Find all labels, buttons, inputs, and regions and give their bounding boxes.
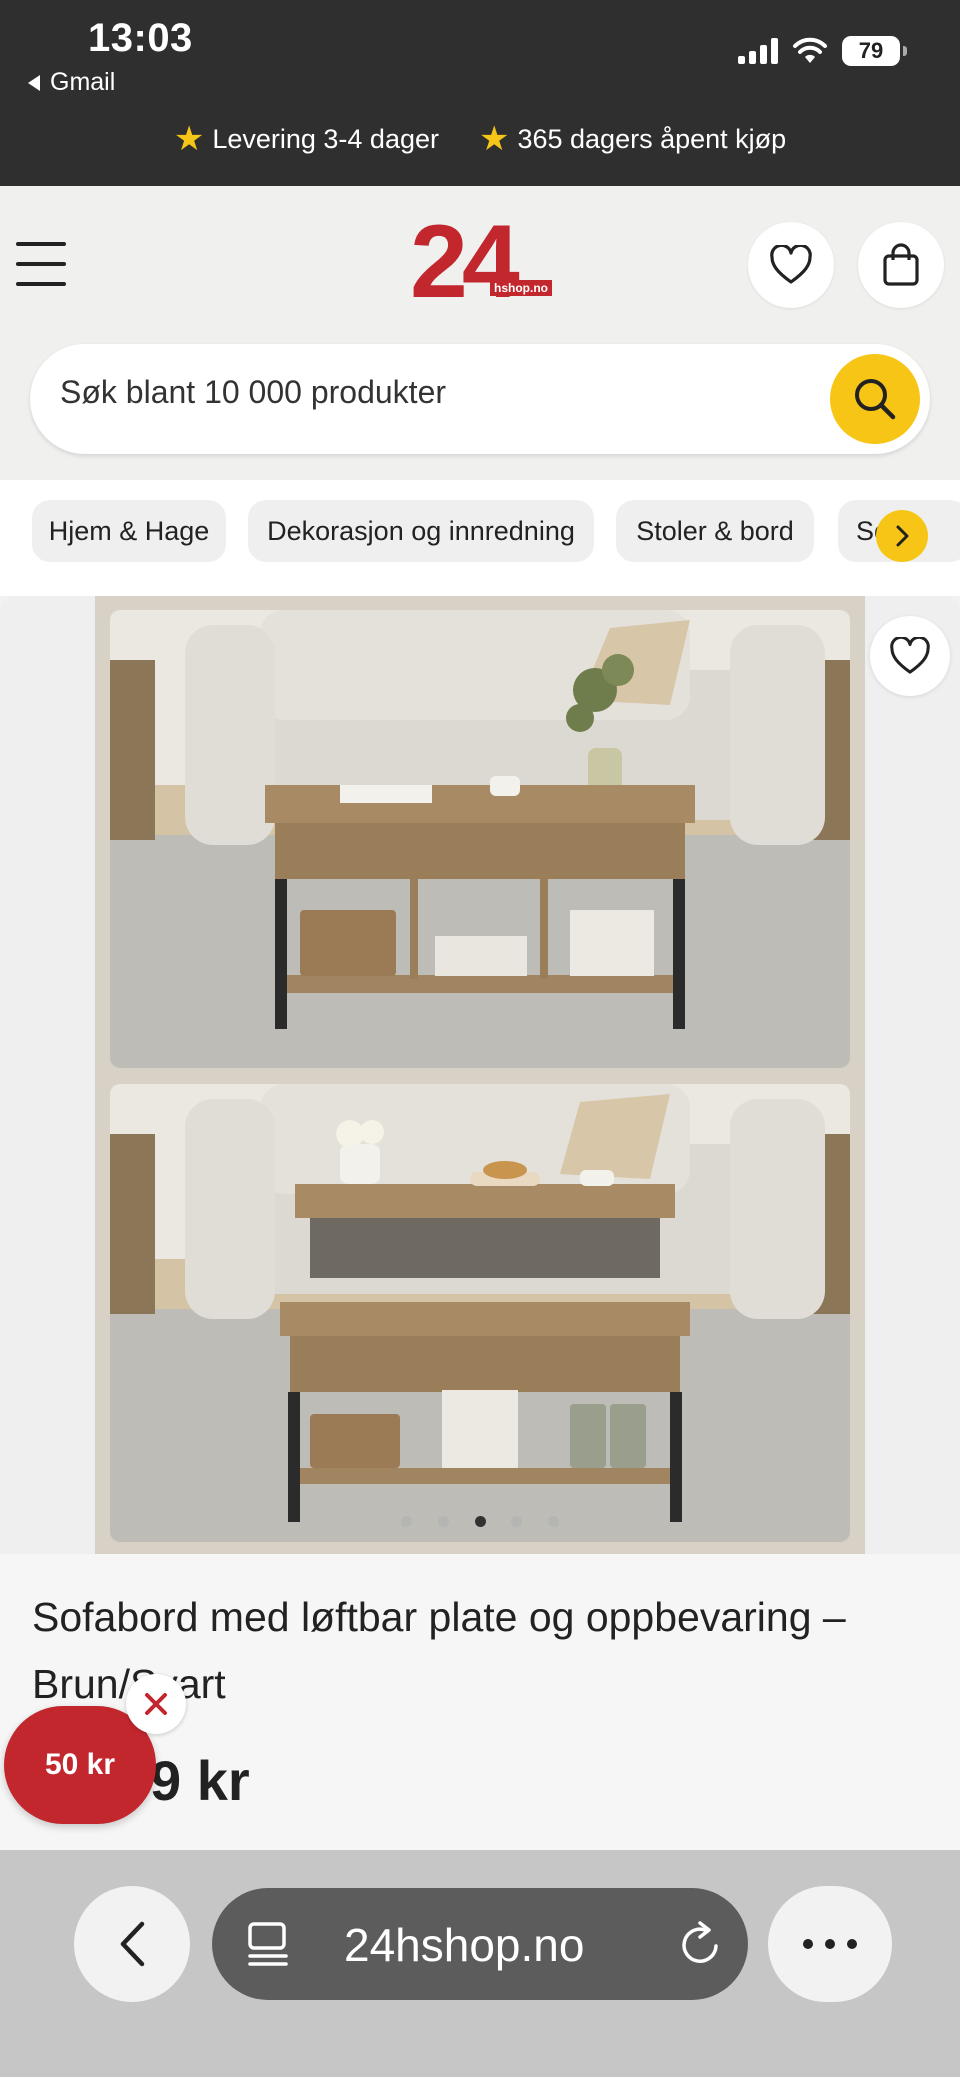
search-bar [30, 344, 930, 454]
heart-icon [890, 637, 930, 674]
system-icons: 79 [738, 36, 907, 66]
category-chips: Hjem & Hage Dekorasjon og innredning Sto… [0, 480, 960, 596]
site-logo[interactable]: 24 hshop.no [410, 204, 552, 320]
pagination-dot[interactable] [548, 1515, 559, 1527]
menu-icon[interactable] [16, 242, 66, 286]
next-category-button[interactable] [876, 510, 928, 562]
search-input[interactable] [60, 374, 820, 411]
chevron-right-icon [896, 525, 909, 547]
chevron-left-icon [120, 1921, 145, 1967]
pagination-dot[interactable] [511, 1515, 523, 1527]
promo-item: ★ 365 dagers åpent kjøp [479, 122, 786, 156]
add-to-favorites-button[interactable] [870, 616, 950, 696]
back-to-app-link[interactable]: Gmail [28, 68, 115, 97]
reader-mode-icon [248, 1922, 288, 1966]
reload-icon[interactable] [678, 1920, 724, 1968]
browser-toolbar: 24hshop.no [0, 1850, 960, 2077]
wishlist-button[interactable] [748, 222, 834, 308]
pagination-dot[interactable] [401, 1515, 412, 1527]
gallery-pagination[interactable] [395, 1506, 565, 1536]
cellular-signal-icon [738, 38, 778, 64]
pagination-dot-active[interactable] [474, 1515, 486, 1527]
product-gallery[interactable] [0, 596, 960, 1554]
clock: 13:03 [88, 16, 193, 60]
product-image[interactable] [95, 596, 865, 1554]
product-photo-closed [110, 610, 850, 1068]
promo-text: 365 dagers åpent kjøp [517, 123, 787, 154]
status-bar: 13:03 Gmail 79 ★ Levering 3-4 dager ★ 36… [0, 0, 960, 186]
back-app-label: Gmail [50, 68, 116, 96]
star-icon: ★ [478, 120, 510, 158]
close-icon [145, 1693, 167, 1715]
search-button[interactable] [830, 354, 920, 444]
search-icon [855, 379, 896, 420]
pagination-dot[interactable] [437, 1515, 449, 1527]
logo-domain: hshop.no [490, 280, 552, 296]
category-chip-dekorasjon[interactable]: Dekorasjon og innredning [248, 500, 594, 562]
back-triangle-icon [28, 74, 40, 91]
star-icon: ★ [173, 120, 205, 158]
cart-button[interactable] [858, 222, 944, 308]
address-bar[interactable]: 24hshop.no [212, 1888, 748, 2000]
wifi-icon [793, 37, 827, 63]
more-options-button[interactable] [768, 1886, 892, 2002]
url-text: 24hshop.no [344, 1919, 585, 1971]
more-dots-icon [803, 1939, 857, 1949]
product-photo-lifted [110, 1084, 850, 1542]
promo-bar: ★ Levering 3-4 dager ★ 365 dagers åpent … [0, 122, 960, 156]
search-section [0, 340, 960, 480]
category-chip-hjem-hage[interactable]: Hjem & Hage [32, 500, 226, 562]
category-chip-stoler-bord[interactable]: Stoler & bord [616, 500, 814, 562]
product-price: 9 kr [150, 1749, 250, 1812]
browser-back-button[interactable] [74, 1886, 190, 2002]
shopping-bag-icon [883, 243, 919, 286]
promo-text: Levering 3-4 dager [212, 123, 439, 154]
heart-icon [770, 245, 812, 284]
site-header: 24 hshop.no [0, 186, 960, 340]
battery-icon: 79 [842, 36, 907, 66]
close-badge-button[interactable] [126, 1674, 186, 1734]
promo-item: ★ Levering 3-4 dager [174, 122, 439, 156]
logo-number: 24 [410, 204, 520, 320]
